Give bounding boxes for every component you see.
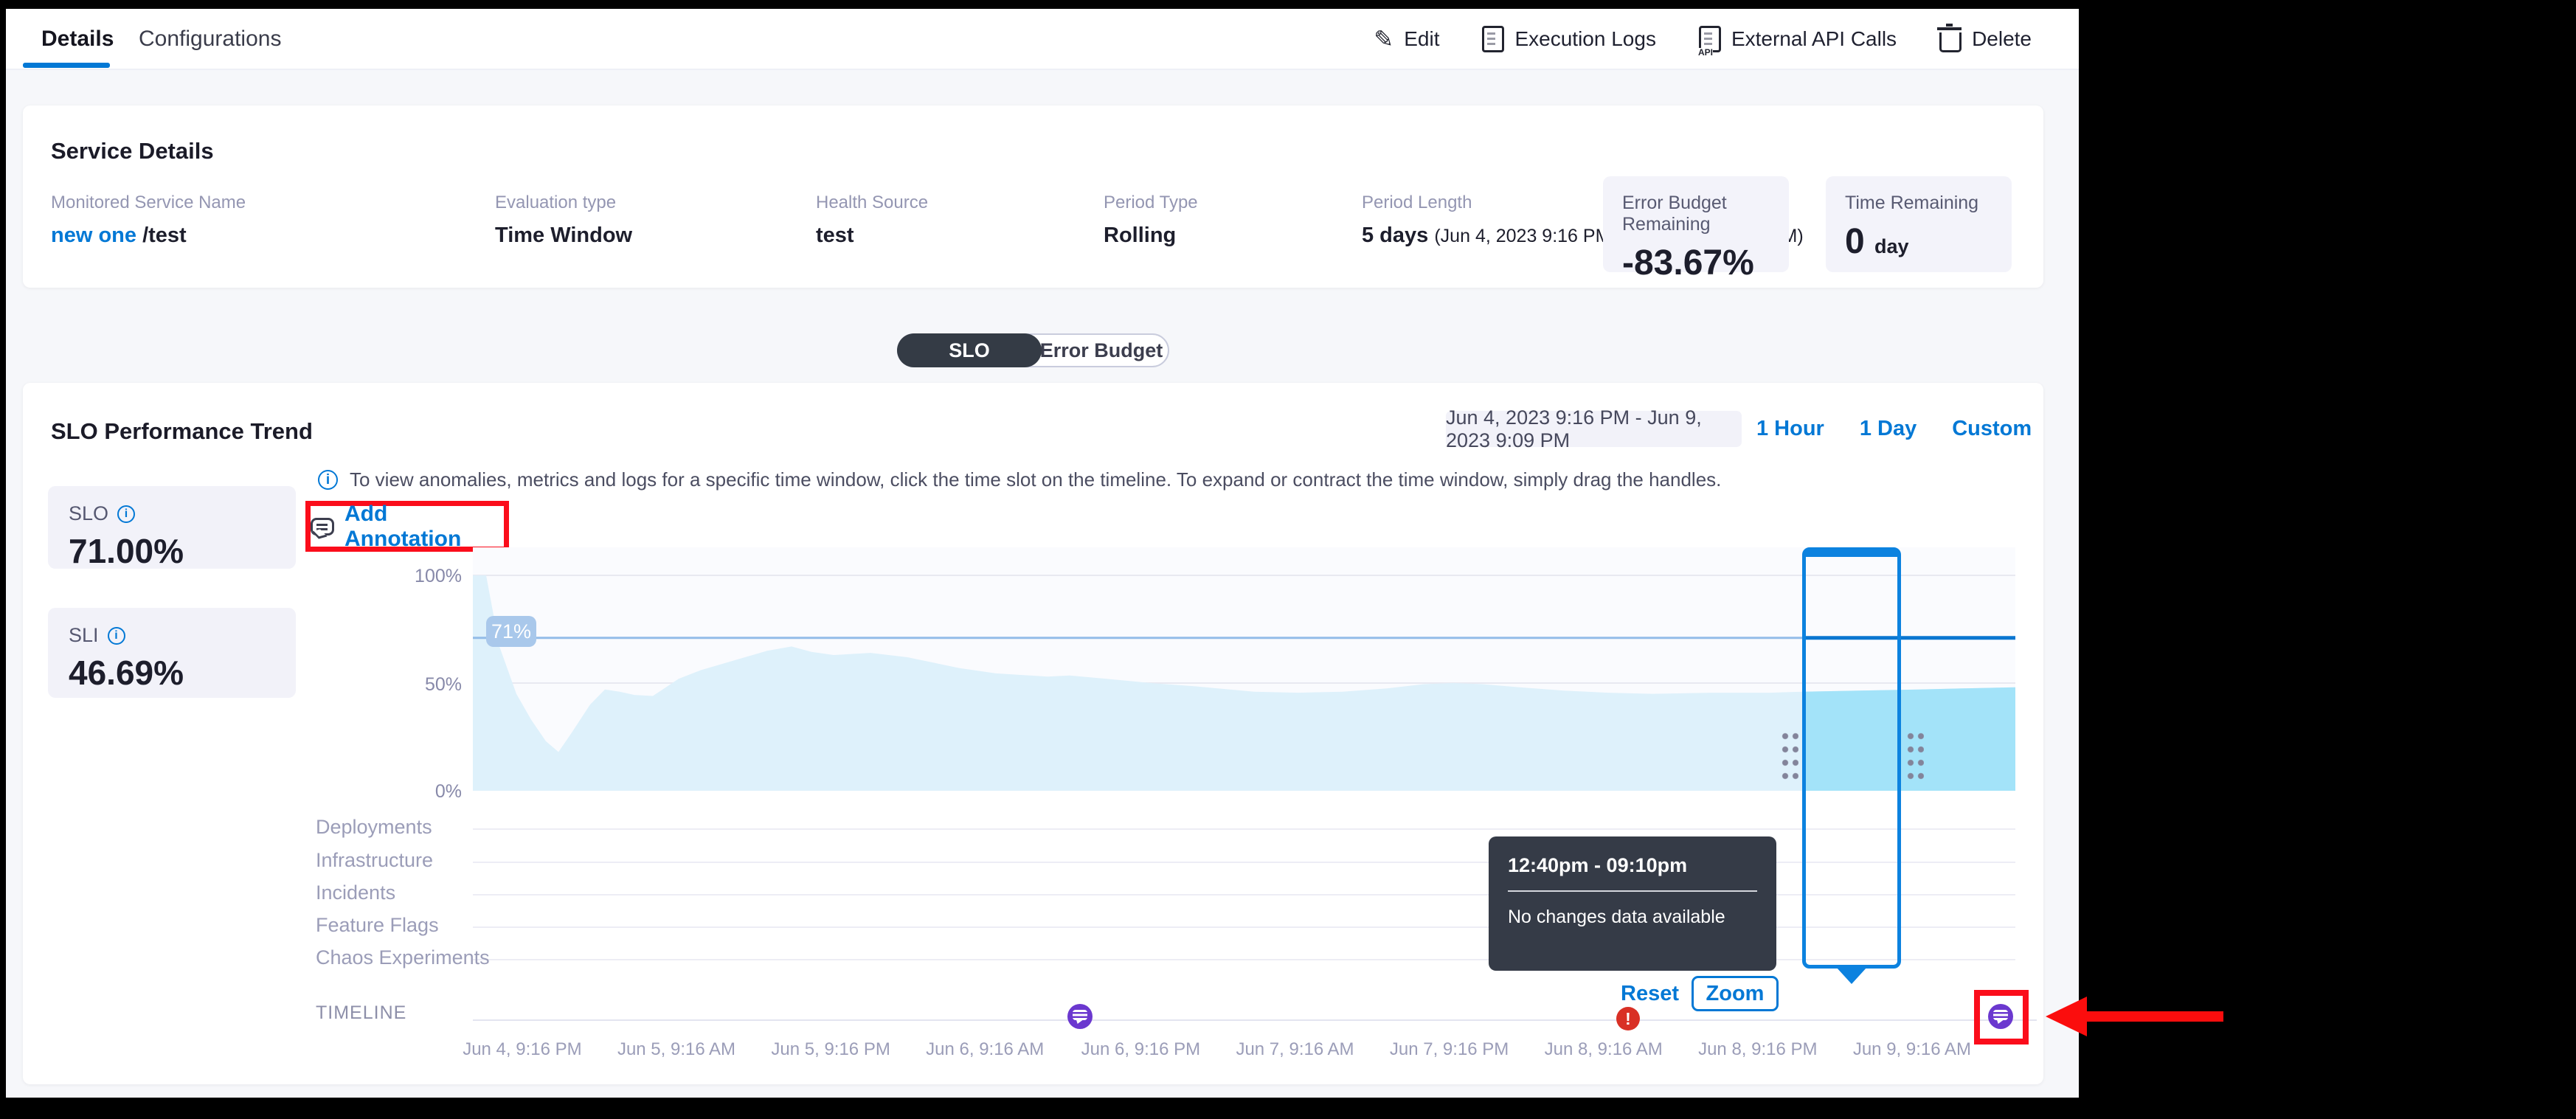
info-banner: i To view anomalies, metrics and logs fo… xyxy=(318,468,1721,491)
annotation-marker[interactable] xyxy=(1067,1004,1093,1029)
add-annotation-highlight-box: Add Annotation xyxy=(305,501,509,552)
ytick-0: 0% xyxy=(395,781,462,803)
monitored-service-path: /test xyxy=(142,224,187,247)
row-label-infrastructure: Infrastructure xyxy=(316,849,433,872)
api-document-icon xyxy=(1699,26,1721,52)
range-custom[interactable]: Custom xyxy=(1952,417,2032,441)
slo-value: 71.00% xyxy=(69,531,275,571)
field-evaluation-type: Evaluation type Time Window xyxy=(495,193,632,248)
app-window: Details Configurations ✎ Edit Execution … xyxy=(6,9,2079,1098)
row-line xyxy=(473,959,2015,960)
x-tick-label: Jun 7, 9:16 PM xyxy=(1376,1039,1523,1060)
field-monitored-service: Monitored Service Name new one /test xyxy=(51,193,246,248)
toggle-error-budget[interactable]: Error Budget xyxy=(1035,335,1168,366)
pencil-icon: ✎ xyxy=(1374,27,1393,51)
range-links: 1 Hour 1 Day Custom xyxy=(1756,417,2032,441)
tab-configurations[interactable]: Configurations xyxy=(139,27,281,52)
x-tick-label: Jun 8, 9:16 PM xyxy=(1684,1039,1832,1060)
time-remaining-card: Time Remaining 0 day xyxy=(1826,176,2012,272)
sli-value: 46.69% xyxy=(69,653,275,693)
red-arrow-head xyxy=(2026,997,2087,1036)
slo-kpi-card: SLO i 71.00% xyxy=(48,486,296,569)
slo-performance-trend-card: SLO Performance Trend Jun 4, 2023 9:16 P… xyxy=(23,383,2043,1084)
error-budget-remaining-card: Error Budget Remaining -83.67% xyxy=(1603,176,1789,272)
toggle-slo[interactable]: SLO xyxy=(897,333,1042,367)
row-label-chaos-experiments: Chaos Experiments xyxy=(316,946,490,969)
sli-kpi-card: SLI i 46.69% xyxy=(48,608,296,698)
x-tick-label: Jun 6, 9:16 PM xyxy=(1067,1039,1214,1060)
red-arrow-shaft xyxy=(2066,1011,2223,1022)
row-line xyxy=(473,894,2015,895)
changes-tooltip: 12:40pm - 09:10pm No changes data availa… xyxy=(1489,836,1776,971)
ytick-100: 100% xyxy=(395,566,462,587)
sli-info-icon[interactable]: i xyxy=(108,627,125,645)
slo-info-icon[interactable]: i xyxy=(117,505,135,523)
info-icon: i xyxy=(318,470,338,490)
x-tick-label: Jun 5, 9:16 PM xyxy=(757,1039,904,1060)
x-tick-label: Jun 5, 9:16 AM xyxy=(603,1039,750,1060)
time-window-selection[interactable] xyxy=(1802,547,1901,969)
timeline-axis-line xyxy=(473,1019,2037,1021)
x-tick-label: Jun 8, 9:16 AM xyxy=(1530,1039,1677,1060)
field-health-source: Health Source test xyxy=(816,193,928,248)
range-1-day[interactable]: 1 Day xyxy=(1860,417,1917,441)
row-line xyxy=(473,828,2015,830)
error-budget-value: -83.67% xyxy=(1622,243,1770,283)
trash-icon xyxy=(1939,32,1962,52)
reset-button[interactable]: Reset xyxy=(1621,982,1679,1006)
zoom-button[interactable]: Zoom xyxy=(1692,976,1779,1011)
row-line xyxy=(473,926,2015,928)
header-bar: Details Configurations ✎ Edit Execution … xyxy=(6,9,2079,70)
selection-right-handle[interactable] xyxy=(1904,728,1924,780)
row-line xyxy=(473,862,2015,863)
tab-details[interactable]: Details xyxy=(41,27,114,52)
time-remaining-value: 0 day xyxy=(1845,221,1992,262)
ytick-50: 50% xyxy=(395,674,462,696)
x-tick-label: Jun 9, 9:16 AM xyxy=(1838,1039,1986,1060)
date-range-chip: Jun 4, 2023 9:16 PM - Jun 9, 2023 9:09 P… xyxy=(1446,411,1742,447)
trend-title: SLO Performance Trend xyxy=(51,418,313,445)
x-tick-label: Jun 4, 9:16 PM xyxy=(449,1039,596,1060)
tooltip-divider xyxy=(1508,890,1757,892)
x-tick-label: Jun 7, 9:16 AM xyxy=(1222,1039,1369,1060)
active-tab-underline xyxy=(23,63,110,68)
range-1-hour[interactable]: 1 Hour xyxy=(1756,417,1824,441)
selection-left-handle[interactable] xyxy=(1779,728,1798,780)
target-line-badge: 71% xyxy=(486,616,536,647)
field-period-type: Period Type Rolling xyxy=(1104,193,1198,248)
error-marker[interactable]: ! xyxy=(1616,1007,1640,1030)
x-tick-label: Jun 6, 9:16 AM xyxy=(911,1039,1059,1060)
row-label-feature-flags: Feature Flags xyxy=(316,914,439,937)
external-api-calls-button[interactable]: External API Calls xyxy=(1699,26,1897,52)
comment-bubble-icon xyxy=(311,518,334,536)
header-actions: ✎ Edit Execution Logs External API Calls… xyxy=(1374,22,2032,56)
annotation-highlight-box xyxy=(1974,990,2029,1044)
service-details-title: Service Details xyxy=(51,138,214,164)
delete-button[interactable]: Delete xyxy=(1939,26,2032,52)
monitored-service-link[interactable]: new one xyxy=(51,224,136,247)
screenshot-frame: Details Configurations ✎ Edit Execution … xyxy=(0,0,2576,1119)
service-details-card: Service Details Monitored Service Name n… xyxy=(23,105,2043,288)
row-label-deployments: Deployments xyxy=(316,816,432,839)
timeline-label: TIMELINE xyxy=(316,1002,406,1024)
document-icon xyxy=(1482,26,1504,52)
edit-button[interactable]: ✎ Edit xyxy=(1374,27,1439,51)
row-label-incidents: Incidents xyxy=(316,881,395,904)
selection-pointer xyxy=(1836,967,1867,1000)
execution-logs-button[interactable]: Execution Logs xyxy=(1482,26,1655,52)
add-annotation-button[interactable]: Add Annotation xyxy=(344,502,504,552)
slo-errorbudget-toggle: SLO Error Budget xyxy=(897,333,1169,367)
